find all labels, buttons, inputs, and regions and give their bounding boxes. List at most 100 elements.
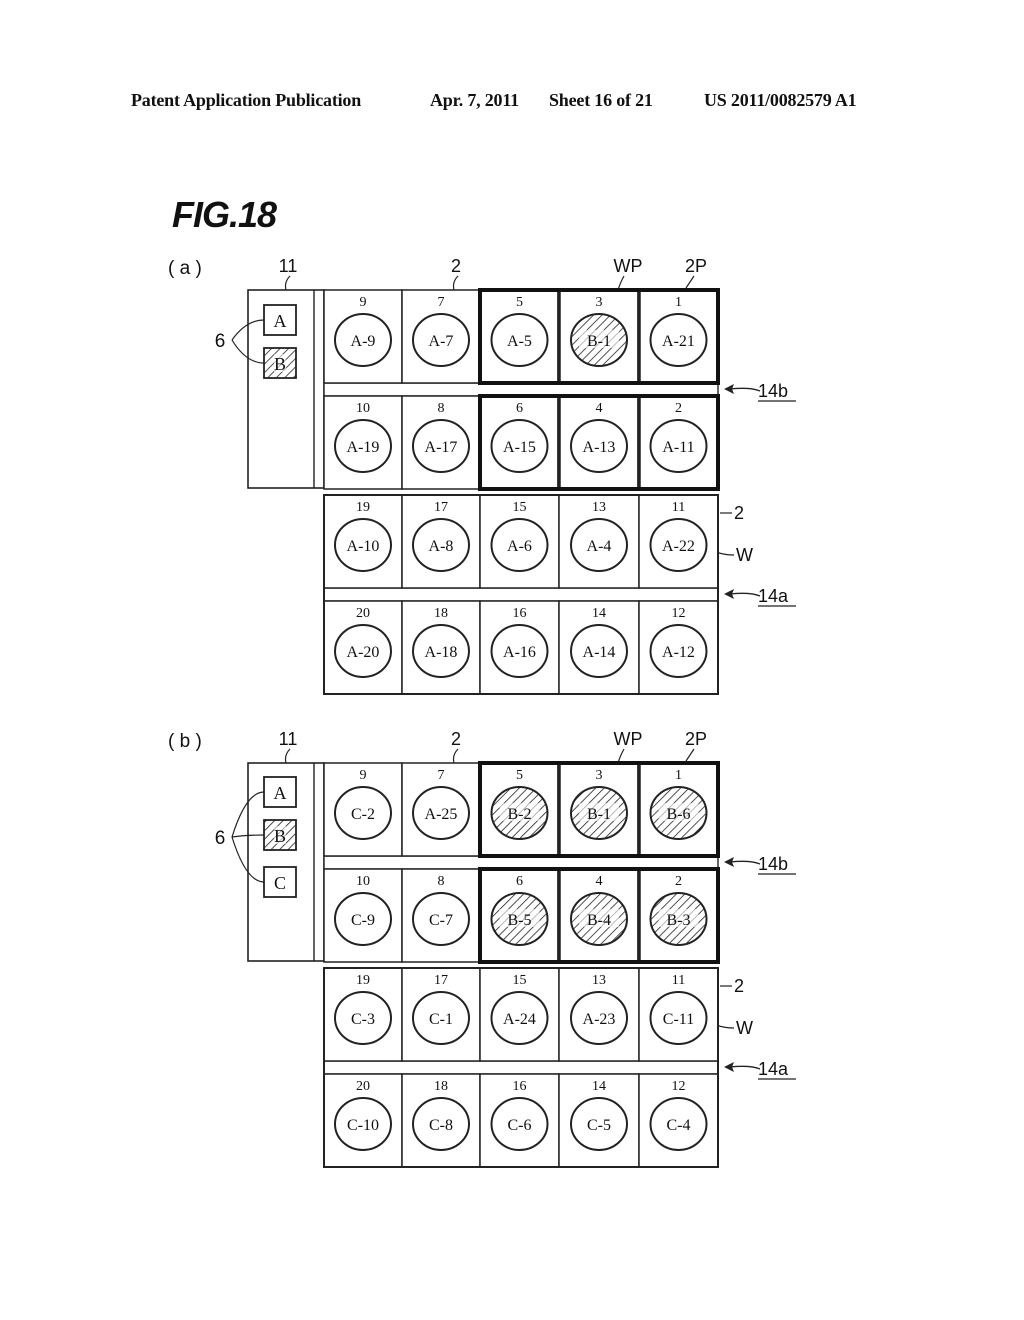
priority-label: 2P [685, 729, 707, 749]
wafer-id: C-7 [429, 912, 453, 929]
wafer-id: A-25 [425, 806, 458, 823]
wafer-id: C-3 [351, 1011, 375, 1028]
wafer-id: A-9 [351, 333, 376, 350]
wafer-id: B-1 [587, 806, 611, 823]
wafer-id: B-3 [667, 912, 691, 929]
wafer-id: A-21 [662, 333, 695, 350]
aisle-label: 14a [758, 1059, 789, 1079]
slot-number: 8 [438, 401, 445, 416]
carrier-cell: 16 C-6 [479, 1073, 560, 1168]
slot-number: 6 [516, 401, 523, 416]
carrier-cell: 1 B-6 [637, 761, 720, 858]
slot-number: 11 [672, 973, 685, 988]
slot-number: 13 [592, 973, 606, 988]
wafer-id: C-11 [663, 1011, 694, 1028]
wafer-id: C-5 [587, 1117, 611, 1134]
carrier-cell: 3 B-1 [557, 761, 641, 858]
wafer-id: C-6 [508, 1117, 532, 1134]
carrier-cell: 8 C-7 [401, 868, 481, 963]
slot-number: 20 [356, 606, 370, 621]
carrier-cell: 8 A-17 [401, 395, 481, 490]
carrier-cell: 9 C-2 [323, 762, 403, 857]
carrier-cell: 2 A-11 [637, 394, 720, 491]
panel-label: ( b ) [168, 731, 202, 752]
port-label: C [274, 873, 286, 893]
panel-label: ( a ) [168, 258, 202, 279]
slot-number: 7 [438, 295, 445, 310]
slot-number: 16 [513, 606, 527, 621]
slot-number: 12 [672, 606, 686, 621]
carrier-label: 2 [451, 256, 461, 276]
carrier-cell: 12 A-12 [638, 600, 719, 695]
carrier-cell: 7 A-25 [401, 762, 481, 857]
slot-number: 16 [513, 1079, 527, 1094]
port-group-label: 6 [215, 828, 226, 849]
slot-number: 17 [434, 500, 448, 515]
carrier-cell: 5 B-2 [478, 761, 561, 858]
port-a: A [263, 776, 297, 808]
wafer-id: A-7 [429, 333, 454, 350]
wafer-id: B-1 [587, 333, 611, 350]
slot-number: 19 [356, 973, 370, 988]
wafer-id: C-4 [667, 1117, 691, 1134]
carrier-cell: 6 A-15 [478, 394, 561, 491]
port-a: A [263, 304, 297, 336]
carrier-cell: 20 C-10 [323, 1073, 403, 1168]
slot-number: 18 [434, 1079, 448, 1094]
slot-number: 6 [516, 874, 523, 889]
carrier-cell: 19 A-10 [323, 494, 403, 589]
slot-number: 17 [434, 973, 448, 988]
wafer-id: A-19 [347, 439, 380, 456]
leader-line [685, 748, 695, 762]
carrier-cell: 11 A-22 [638, 494, 719, 589]
leader-line [284, 275, 291, 291]
carrier-cell: 2 B-3 [637, 867, 720, 964]
slot-number: 19 [356, 500, 370, 515]
leader-line [284, 748, 291, 764]
carrier-cell: 16 A-16 [479, 600, 560, 695]
wafer-id: A-14 [583, 644, 616, 661]
carrier-cell: 10 A-19 [323, 395, 403, 490]
aisle-arrow [729, 592, 761, 597]
wafer-id: A-17 [425, 439, 458, 456]
carrier-cell: 12 C-4 [638, 1073, 719, 1168]
carrier-cell: 5 A-5 [478, 288, 561, 385]
slot-number: 5 [516, 768, 523, 783]
wafer-id: A-15 [503, 439, 536, 456]
wafer-id: A-11 [662, 439, 694, 456]
aisle-14a [323, 1060, 719, 1075]
carrier-cell: 18 A-18 [401, 600, 481, 695]
slot-number: 1 [675, 768, 682, 783]
wafer-id: C-8 [429, 1117, 453, 1134]
carrier-cell: 14 A-14 [558, 600, 640, 695]
slot-number: 12 [672, 1079, 686, 1094]
carrier-cell: 17 A-8 [401, 494, 481, 589]
wafer-id: B-5 [508, 912, 532, 929]
figure-diagram: ( a ) 11AB62 WP 2P14b14a2W9A-97A-75A-53B-11… [168, 256, 796, 1168]
slot-number: 3 [596, 768, 603, 783]
slot-number: 3 [596, 295, 603, 310]
carrier-cell: 13 A-4 [558, 494, 640, 589]
wafer-label: W [736, 545, 753, 565]
carrier-cell: 18 C-8 [401, 1073, 481, 1168]
aisle-arrow [729, 387, 761, 392]
slot-number: 5 [516, 295, 523, 310]
wafer-id: A-6 [507, 538, 532, 555]
carrier-cell: 10 C-9 [323, 868, 403, 963]
aisle-label: 14b [758, 381, 788, 401]
wafer-id: B-4 [587, 912, 611, 929]
aisle-label: 14a [758, 586, 789, 606]
carrier-cell: 11 C-11 [638, 967, 719, 1062]
wafer-id: C-9 [351, 912, 375, 929]
slot-number: 15 [513, 500, 527, 515]
port-b: B [263, 347, 297, 379]
wafer-id: A-5 [507, 333, 532, 350]
port-b: B [263, 819, 297, 851]
wafer-id: C-10 [347, 1117, 379, 1134]
wafer-id: A-4 [587, 538, 612, 555]
wafer-id: A-10 [347, 538, 380, 555]
slot-number: 10 [356, 874, 370, 889]
carrier-cell: 7 A-7 [401, 289, 481, 384]
panel-a: ( a ) 11 A B 6 2 WP 2P 14b 14a 2 W 9 A-9 7 A-7 5 A-5 3 B-1 1… [168, 256, 796, 695]
carrier-label: 2 [734, 503, 744, 523]
